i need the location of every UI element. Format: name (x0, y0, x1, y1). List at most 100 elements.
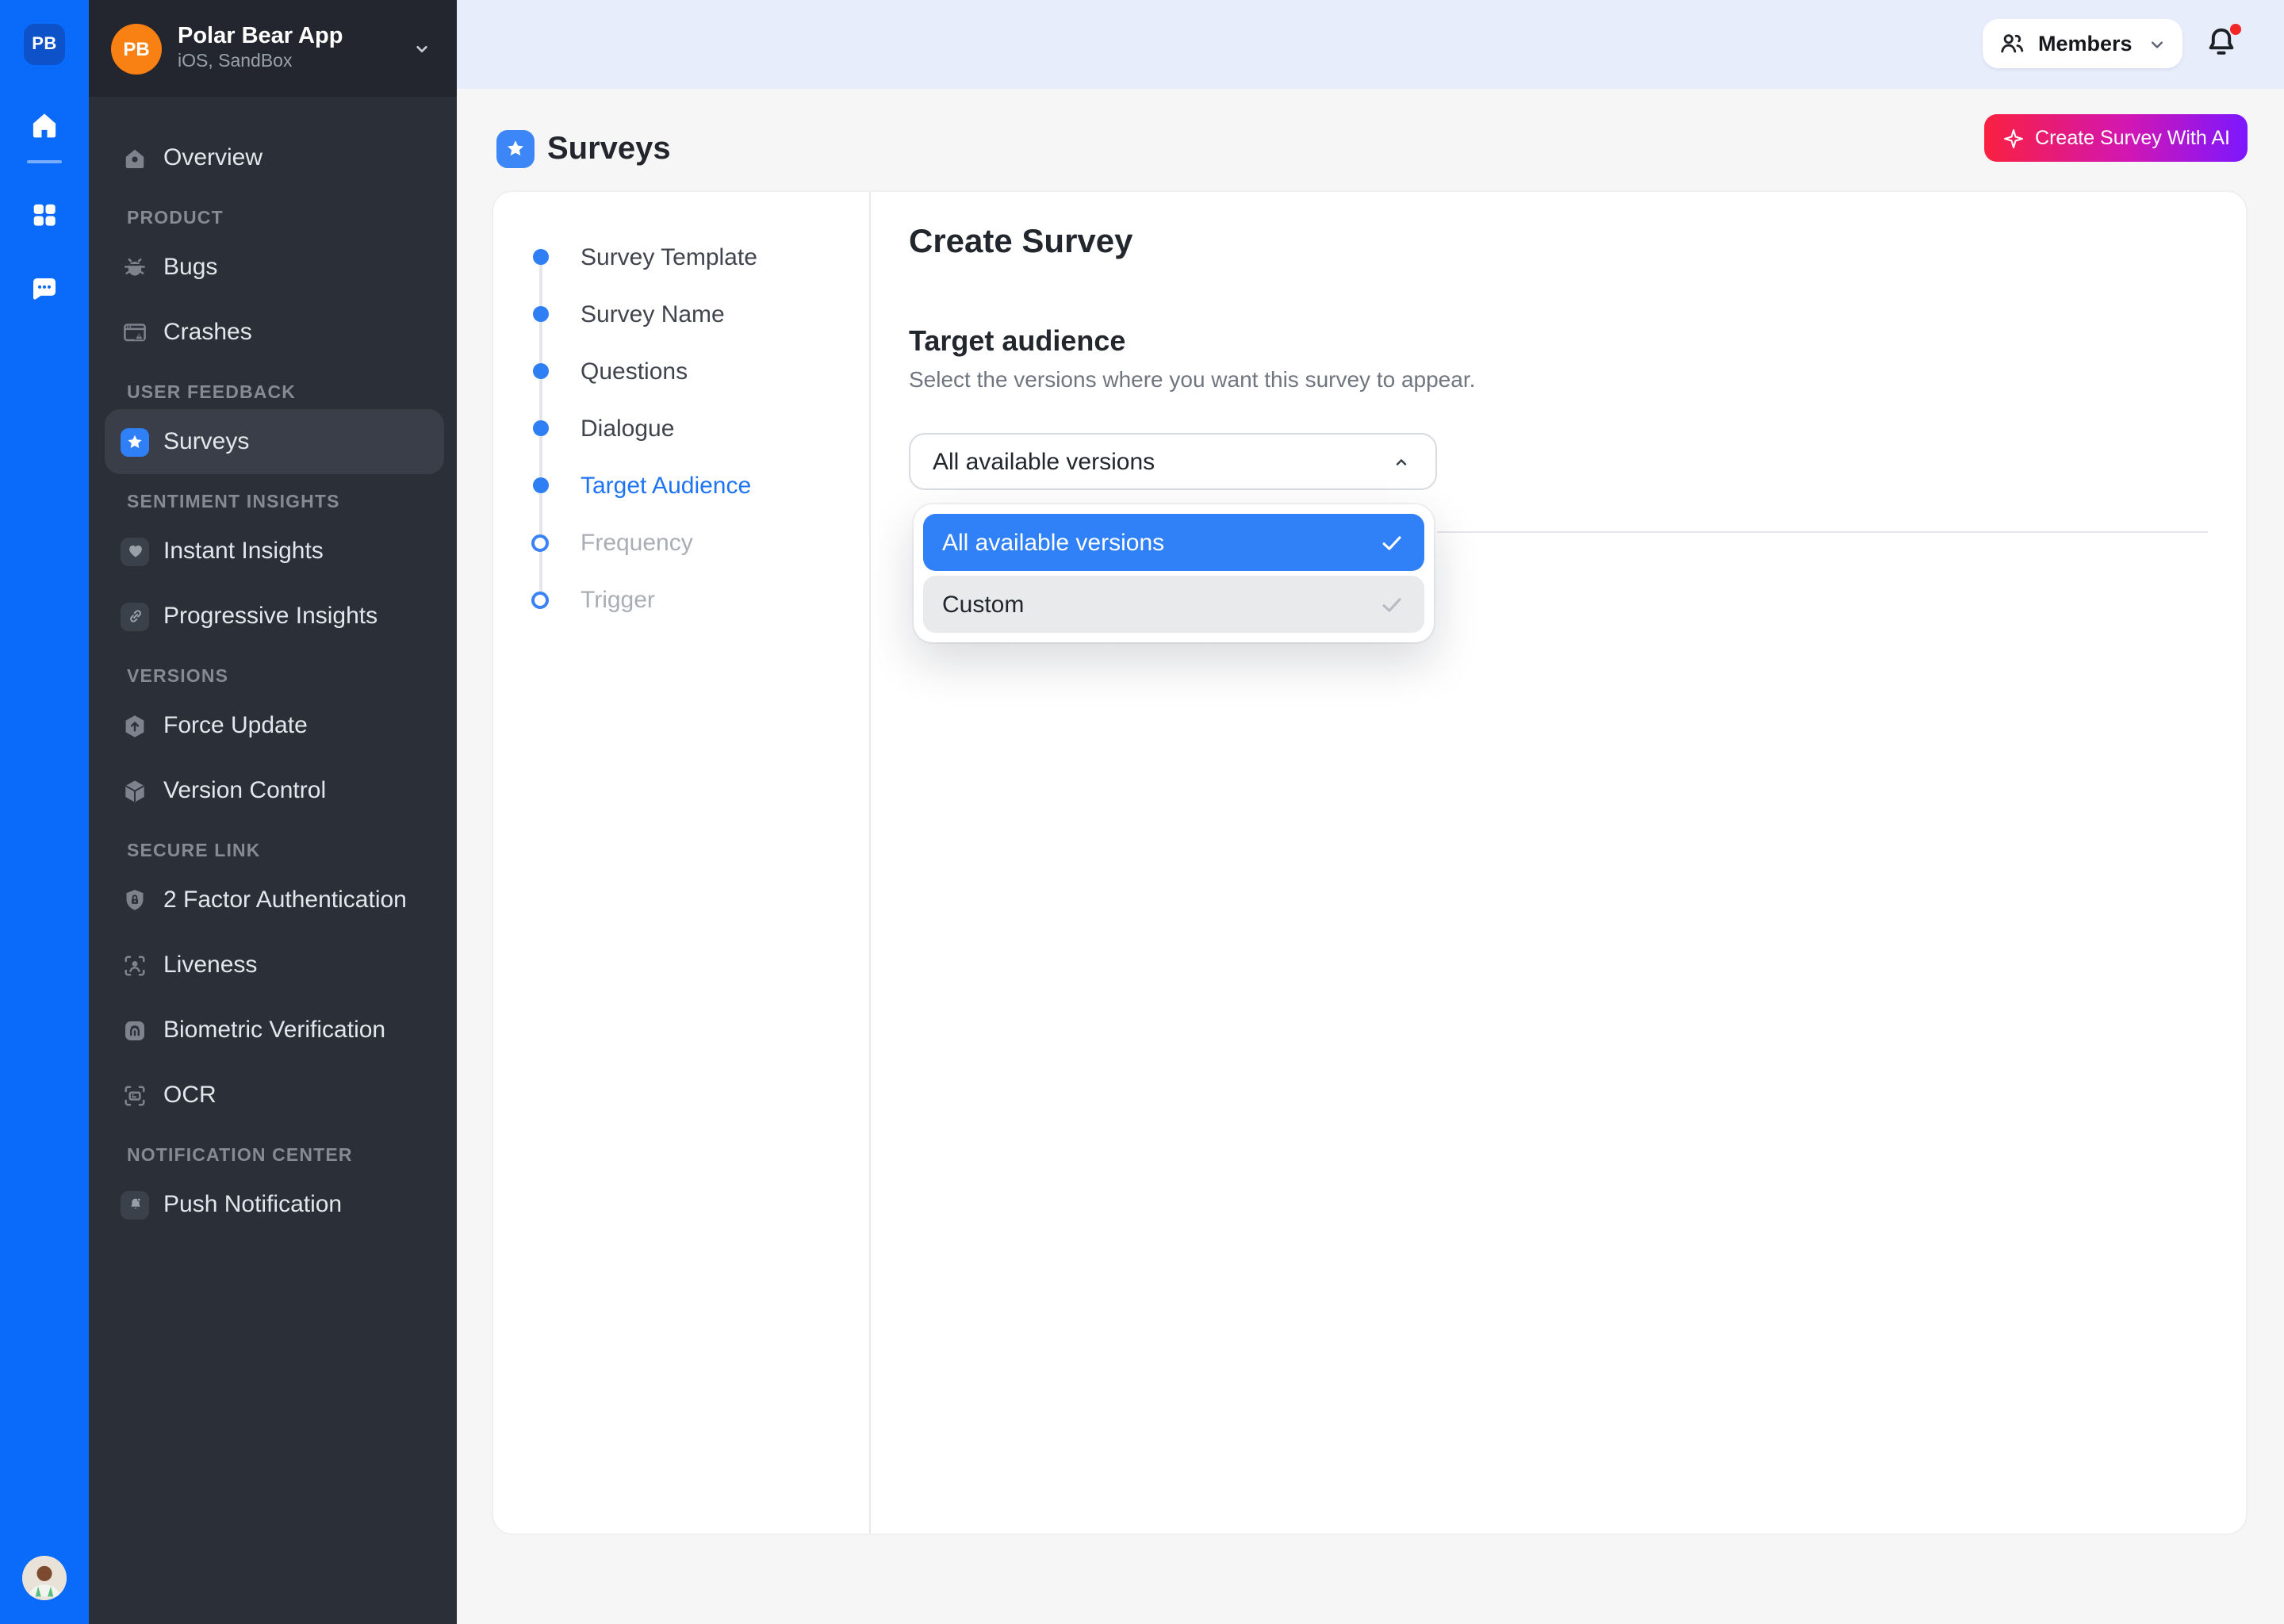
step-frequency[interactable]: Frequency (493, 514, 869, 571)
step-label: Dialogue (581, 415, 675, 442)
card-scan-icon (121, 1081, 149, 1109)
sidebar-section-versions: VERSIONS (127, 668, 229, 687)
versions-dropdown-menu: All available versions Custom (914, 504, 1434, 642)
star-icon (507, 140, 524, 156)
step-questions[interactable]: Questions (493, 343, 869, 400)
target-audience-description: Select the versions where you want this … (909, 366, 1476, 392)
app-sidebar: PB Polar Bear App iOS, SandBox Overview … (89, 0, 457, 1624)
members-label: Members (2038, 32, 2133, 56)
sidebar-item-progressive-insights[interactable]: Progressive Insights (105, 584, 444, 649)
apps-grid-icon[interactable] (29, 200, 59, 230)
step-trigger[interactable]: Trigger (493, 571, 869, 628)
sidebar-section-notification-center: NOTIFICATION CENTER (127, 1147, 353, 1166)
sidebar-item-surveys[interactable]: Surveys (105, 409, 444, 474)
sidebar-item-force-update[interactable]: Force Update (105, 693, 444, 758)
star-icon (121, 427, 149, 456)
step-dot (533, 306, 549, 322)
step-label: Trigger (581, 586, 655, 613)
shield-lock-icon (121, 886, 149, 914)
sidebar-item-bugs[interactable]: Bugs (105, 235, 444, 300)
sidebar-section-secure-link: SECURE LINK (127, 842, 261, 861)
notifications-button[interactable] (2202, 22, 2244, 65)
chevron-up-icon (1389, 450, 1413, 473)
check-icon (1378, 529, 1405, 556)
step-dialogue[interactable]: Dialogue (493, 400, 869, 457)
app-name: Polar Bear App (178, 23, 343, 49)
sidebar-item-liveness[interactable]: Liveness (105, 933, 444, 998)
sidebar-item-2fa[interactable]: 2 Factor Authentication (105, 868, 444, 933)
sidebar-section-user-feedback: USER FEEDBACK (127, 384, 297, 403)
sidebar-item-label: Biometric Verification (163, 1017, 386, 1044)
option-label: Custom (942, 591, 1025, 618)
step-dot (531, 591, 549, 608)
step-dot (533, 249, 549, 265)
sidebar-section-product: PRODUCT (127, 209, 224, 228)
versions-dropdown-value: All available versions (933, 448, 1155, 475)
app-switcher[interactable]: PB Polar Bear App iOS, SandBox (89, 0, 457, 97)
sidebar-item-label: Surveys (163, 428, 250, 455)
bug-icon (121, 253, 149, 282)
members-button[interactable]: Members (1983, 19, 2182, 68)
sidebar-item-ocr[interactable]: OCR (105, 1063, 444, 1128)
chat-icon[interactable] (28, 273, 61, 306)
versions-dropdown[interactable]: All available versions (909, 433, 1437, 490)
stepper-divider (869, 192, 871, 1534)
sidebar-item-label: Bugs (163, 254, 218, 281)
section-divider (1437, 531, 2208, 533)
heart-icon (121, 537, 149, 565)
create-survey-with-ai-button[interactable]: Create Survey With AI (1984, 114, 2248, 162)
surveys-page-icon (496, 130, 535, 168)
option-custom[interactable]: Custom (923, 576, 1424, 633)
step-label: Survey Template (581, 243, 757, 270)
cube-icon (121, 776, 149, 805)
sidebar-item-push-notification[interactable]: Push Notification (105, 1172, 444, 1237)
face-scan-icon (121, 951, 149, 979)
option-all-available-versions[interactable]: All available versions (923, 514, 1424, 571)
target-audience-title: Target audience (909, 325, 1126, 357)
chevron-down-icon (2146, 33, 2168, 55)
rail-divider (27, 160, 62, 163)
page-title: Surveys (547, 132, 671, 167)
user-avatar[interactable] (22, 1556, 67, 1600)
step-label: Target Audience (581, 472, 752, 499)
bell-icon (121, 1190, 149, 1219)
create-survey-label: Create Survey With AI (2035, 127, 2230, 149)
sidebar-item-overview[interactable]: Overview (105, 125, 444, 190)
chevron-down-icon (409, 36, 435, 61)
option-label: All available versions (942, 529, 1165, 556)
step-dot (533, 477, 549, 493)
sidebar-item-label: Push Notification (163, 1191, 343, 1218)
home-overview-icon (121, 144, 149, 172)
sidebar-item-biometric-verification[interactable]: Biometric Verification (105, 998, 444, 1063)
sidebar-section-sentiment-insights: SENTIMENT INSIGHTS (127, 493, 340, 512)
step-label: Questions (581, 358, 688, 385)
sidebar-item-crashes[interactable]: Crashes (105, 300, 444, 365)
sidebar-item-instant-insights[interactable]: Instant Insights (105, 519, 444, 584)
app-badge: PB (111, 23, 162, 74)
people-icon (1997, 29, 2027, 59)
sidebar-item-label: Crashes (163, 319, 252, 346)
workspace-logo[interactable]: PB (24, 24, 65, 65)
form-heading: Create Survey (909, 224, 1133, 260)
create-survey-card: Survey Template Survey Name Questions Di… (493, 192, 2246, 1534)
sidebar-item-label: Version Control (163, 777, 327, 804)
app-platform: iOS, SandBox (178, 52, 293, 72)
unread-dot (2228, 22, 2243, 36)
step-survey-template[interactable]: Survey Template (493, 228, 869, 285)
sparkle-icon (2002, 126, 2025, 150)
sidebar-item-label: OCR (163, 1082, 217, 1109)
home-icon[interactable] (27, 108, 62, 143)
step-label: Frequency (581, 529, 693, 556)
survey-stepper: Survey Template Survey Name Questions Di… (493, 228, 869, 628)
hexagon-up-arrow-icon (121, 711, 149, 740)
check-icon (1378, 591, 1405, 618)
sidebar-item-label: Liveness (163, 952, 258, 979)
step-dot (531, 534, 549, 551)
crash-window-icon (121, 318, 149, 347)
sidebar-item-version-control[interactable]: Version Control (105, 758, 444, 823)
step-survey-name[interactable]: Survey Name (493, 285, 869, 343)
app-root: PB PB Polar Bear App iOS, SandBox Overvi… (0, 0, 2284, 1624)
sidebar-item-label: 2 Factor Authentication (163, 887, 407, 914)
step-target-audience[interactable]: Target Audience (493, 457, 869, 514)
step-label: Survey Name (581, 301, 725, 327)
